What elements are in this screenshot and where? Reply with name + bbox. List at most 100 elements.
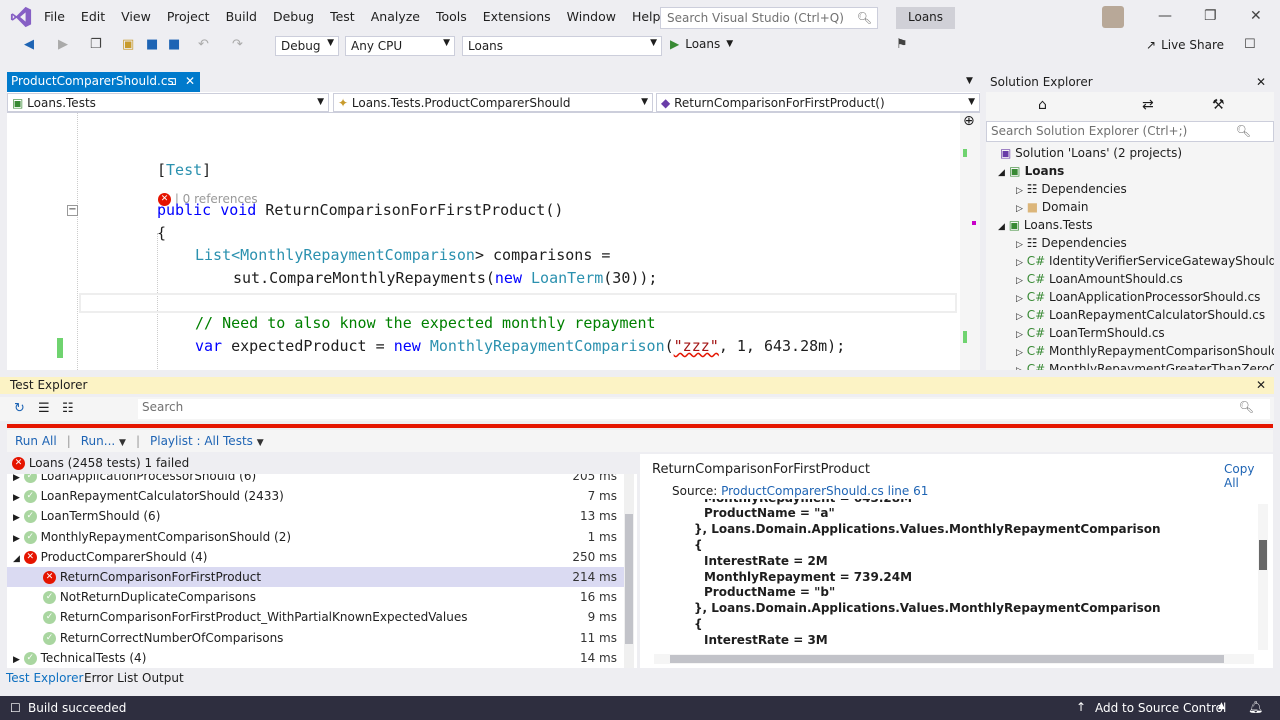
menu-file[interactable]: File: [36, 0, 73, 34]
tab-output[interactable]: Output: [142, 671, 184, 685]
menu-test[interactable]: Test: [322, 0, 363, 34]
tab-productcomparershould[interactable]: ProductComparerShould.cs ⊐ ✕: [7, 72, 200, 92]
run-menu[interactable]: Run... ▼: [81, 434, 126, 448]
code-line-list: List<MonthlyRepaymentComparison> compari…: [195, 246, 611, 264]
run-all-link[interactable]: Run All: [15, 434, 57, 448]
tree-item-file[interactable]: ▷ C# LoanApplicationProcessorShould.cs: [1016, 288, 1260, 306]
split-icon[interactable]: ⊕: [963, 113, 975, 129]
feedback-icon[interactable]: ☐: [1244, 37, 1256, 52]
save-icon[interactable]: ■: [146, 37, 158, 52]
tree-item-file[interactable]: ▷ C# LoanTermShould.cs: [1016, 324, 1165, 342]
detail-vertical-scrollbar[interactable]: [1258, 504, 1268, 650]
play-icon: ▶: [670, 37, 680, 51]
menu-analyze[interactable]: Analyze: [363, 0, 428, 34]
source-link[interactable]: ProductComparerShould.cs line 61: [721, 484, 928, 498]
test-passed-icon: ✓: [23, 474, 37, 483]
tree-item-file[interactable]: ▷ C# IdentityVerifierServiceGatewayShoul…: [1016, 252, 1274, 270]
copy-all-link[interactable]: Copy All: [1224, 462, 1273, 490]
config-select[interactable]: Debug ▼: [275, 36, 339, 56]
tree-item-file[interactable]: ▷ C# LoanRepaymentCalculatorShould.cs: [1016, 306, 1265, 324]
new-project-icon[interactable]: ❐: [90, 37, 102, 52]
home-icon[interactable]: ⌂: [1038, 97, 1047, 113]
close-icon[interactable]: ✕: [1256, 378, 1266, 392]
menu-project[interactable]: Project: [159, 0, 218, 34]
menu-extensions[interactable]: Extensions: [475, 0, 559, 34]
properties-icon[interactable]: ⚒: [1212, 97, 1225, 113]
tree-item-loans[interactable]: ◢ ▣ Loans: [998, 162, 1064, 180]
close-tab-icon[interactable]: ✕: [185, 74, 195, 88]
dependencies-icon: ☷: [1026, 182, 1038, 196]
test-list-scrollbar[interactable]: [624, 474, 634, 668]
notifications-icon[interactable]: 🔔︎: [1248, 700, 1263, 714]
start-button[interactable]: ▶ Loans ▼: [670, 37, 733, 51]
test-row[interactable]: ▶ ✓ LoanTermShould (6) 13 ms: [7, 506, 627, 526]
tree-item-file[interactable]: ▷ C# MonthlyRepaymentGreaterThanZeroCom: [1016, 360, 1274, 370]
platform-select[interactable]: Any CPU ▼: [345, 36, 455, 56]
tree-item-file[interactable]: ▷ C# LoanAmountShould.cs: [1016, 270, 1183, 288]
close-icon[interactable]: ✕: [1250, 8, 1262, 24]
menu-debug[interactable]: Debug: [265, 0, 322, 34]
test-row[interactable]: ▶ ✓ MonthlyRepaymentComparisonShould (2)…: [7, 527, 627, 547]
test-row[interactable]: ◢ ✕ ProductComparerShould (4) 250 ms: [7, 547, 627, 567]
menu-build[interactable]: Build: [218, 0, 265, 34]
tool-window-tabs: Test Explorer Error List Output: [0, 670, 1280, 688]
solution-explorer-toolbar: ⌂ ⇄ ⚒: [986, 92, 1274, 120]
code-editor[interactable]: − [Test] ✕ | 0 references public void Re…: [7, 113, 960, 370]
search-icon: 🔍︎: [856, 11, 872, 25]
editor-vertical-scrollbar[interactable]: ⊕: [960, 113, 980, 370]
undo-icon[interactable]: ↶: [198, 37, 209, 52]
playlist-menu[interactable]: Playlist : All Tests ▼: [150, 434, 264, 448]
tab-error-list[interactable]: Error List: [84, 671, 138, 685]
open-icon[interactable]: ▣: [122, 37, 134, 52]
live-share-button[interactable]: ↗ Live Share: [1146, 38, 1224, 52]
tree-item-domain[interactable]: ▷ ■ Domain: [1016, 198, 1089, 216]
test-row[interactable]: ✓ NotReturnDuplicateComparisons 16 ms: [7, 587, 627, 607]
search-input[interactable]: Search Visual Studio (Ctrl+Q) 🔍︎: [660, 7, 878, 29]
tree-item-dependencies[interactable]: ▷ ☷ Dependencies: [1016, 234, 1127, 252]
caret-up-icon[interactable]: ▲: [1218, 701, 1225, 711]
project-nav-select[interactable]: ▣ Loans.Tests ▼: [7, 93, 329, 112]
menu-view[interactable]: View: [113, 0, 159, 34]
pin-icon[interactable]: ⊐: [167, 74, 177, 88]
test-row-selected[interactable]: ✕ ReturnComparisonForFirstProduct 214 ms: [7, 567, 627, 587]
tree-item-file[interactable]: ▷ C# MonthlyRepaymentComparisonShould.cs: [1016, 342, 1274, 360]
detail-horizontal-scrollbar[interactable]: [654, 654, 1254, 664]
build-status: Build succeeded: [28, 701, 127, 715]
sync-icon[interactable]: ⇄: [1142, 97, 1154, 113]
dependencies-icon: ☷: [1026, 236, 1038, 250]
source-control-button[interactable]: Add to Source Control: [1095, 701, 1226, 715]
test-search-input[interactable]: Search 🔍︎: [138, 399, 1270, 419]
group-icon[interactable]: ☷: [62, 401, 74, 416]
maximize-icon[interactable]: ❐: [1204, 8, 1217, 24]
tree-item-loans-tests[interactable]: ◢ ▣ Loans.Tests: [998, 216, 1093, 234]
run-tests-icon[interactable]: ↻: [14, 401, 25, 416]
test-row[interactable]: ▶ ✓ LoanRepaymentCalculatorShould (2433)…: [7, 486, 627, 506]
menu-edit[interactable]: Edit: [73, 0, 113, 34]
save-all-icon[interactable]: ■: [168, 37, 180, 52]
test-row[interactable]: ▶ ✓ TechnicalTests (4) 14 ms: [7, 648, 627, 668]
avatar[interactable]: [1102, 6, 1124, 28]
forward-icon[interactable]: ▶: [58, 37, 68, 52]
startup-project-select[interactable]: Loans ▼: [462, 36, 662, 56]
member-nav-select[interactable]: ◆ ReturnComparisonForFirstProduct() ▼: [656, 93, 980, 112]
test-row[interactable]: ✓ ReturnCorrectNumberOfComparisons 11 ms: [7, 628, 627, 648]
menu-window[interactable]: Window: [559, 0, 624, 34]
test-row[interactable]: ▶ ✓ LoanApplicationProcessorShould (6) 20…: [7, 474, 627, 486]
solution-explorer-search[interactable]: Search Solution Explorer (Ctrl+;) 🔍︎: [986, 121, 1274, 142]
tree-item-solution[interactable]: ▣ Solution 'Loans' (2 projects): [1000, 144, 1182, 162]
hierarchy-icon[interactable]: ☰: [38, 401, 50, 416]
back-icon[interactable]: ◀: [24, 37, 34, 52]
redo-icon[interactable]: ↷: [232, 37, 243, 52]
test-row[interactable]: ✓ ReturnComparisonForFirstProduct_WithPa…: [7, 607, 627, 627]
tree-item-dependencies[interactable]: ▷ ☷ Dependencies: [1016, 180, 1127, 198]
minimize-icon[interactable]: —: [1158, 8, 1172, 24]
class-nav-select[interactable]: ✦ Loans.Tests.ProductComparerShould ▼: [333, 93, 653, 112]
collapse-toggle[interactable]: −: [67, 205, 78, 216]
pin-icon[interactable]: ✕: [1256, 75, 1266, 89]
menu-tools[interactable]: Tools: [428, 0, 475, 34]
tab-overflow-icon[interactable]: ▼: [966, 76, 973, 86]
search-icon: 🔍︎: [1235, 124, 1251, 138]
bookmark-icon[interactable]: ⚑: [896, 37, 908, 52]
tab-test-explorer[interactable]: Test Explorer: [6, 671, 83, 685]
gutter-line: [77, 113, 78, 370]
